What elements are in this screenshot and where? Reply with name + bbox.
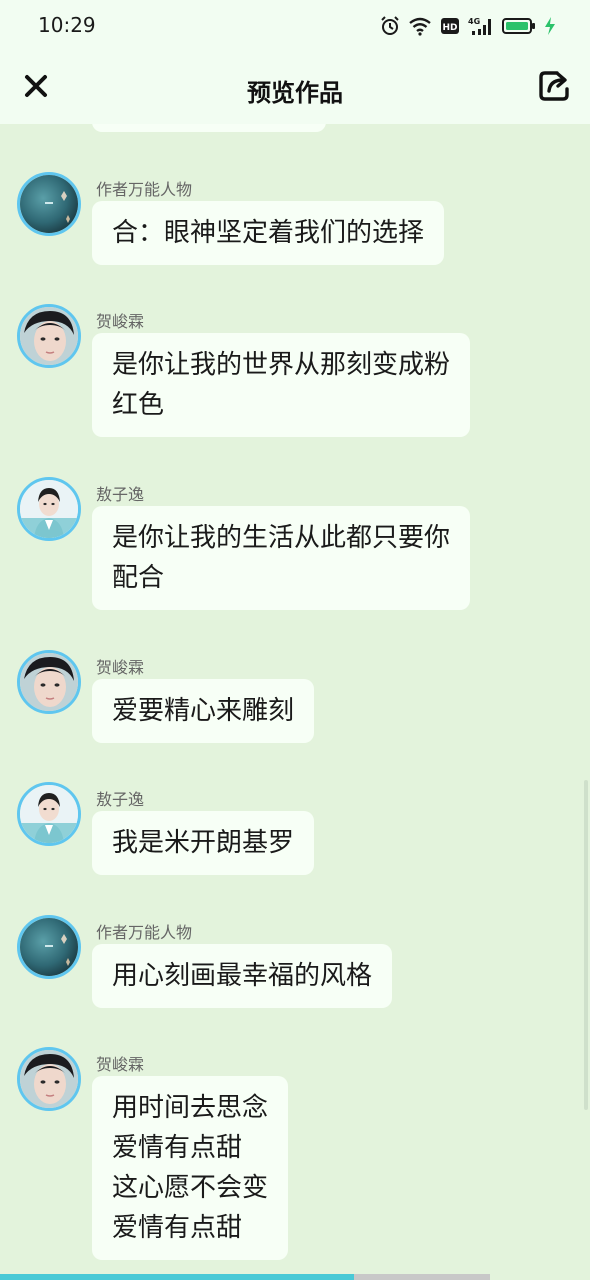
status-bar: 10:29 HD 4G [0, 0, 590, 52]
wifi-icon [408, 16, 432, 36]
message-text: 是你让我的世界从那刻变成粉 [112, 350, 451, 380]
message-bubble: 用心刻画最幸福的风格 [92, 944, 393, 1008]
message-text: 合：眼神坚定着我们的选择 [112, 218, 425, 248]
message-text: 是你让我的生活从此都只要你 [112, 523, 451, 553]
avatar-aoziyi[interactable] [17, 477, 81, 541]
alarm-icon [380, 16, 400, 36]
avatar-hejunlin[interactable] [17, 650, 81, 714]
message-bubble: 我是米开朗基罗 [92, 811, 315, 875]
message-text: 爱要精心来雕刻 [112, 696, 295, 726]
message-bubble: 是你让我的生活从此都只要你 配合 [92, 506, 471, 610]
svg-text:4G: 4G [468, 17, 480, 26]
share-icon [537, 69, 571, 107]
message-text: 爱情有点甜 [112, 1133, 243, 1163]
message-text: 用时间去思念 [112, 1093, 269, 1123]
app-header: 预览作品 [0, 52, 590, 124]
sender-name: 作者万能人物 [96, 180, 193, 199]
message-text: 配合 [112, 563, 165, 593]
message-text: 用心刻画最幸福的风格 [112, 961, 373, 991]
sender-name: 敖子逸 [96, 485, 145, 504]
progress-buffer [354, 1274, 490, 1280]
message-bubble: 合：眼神坚定着我们的选择 [92, 201, 445, 265]
message-text: 我是米开朗基罗 [112, 828, 295, 858]
message-bubble: 爱要精心来雕刻 [92, 679, 315, 743]
sender-name: 贺峻霖 [96, 312, 145, 331]
hd-icon: HD [440, 16, 460, 36]
sender-name: 贺峻霖 [96, 658, 145, 677]
message-text: 爱情有点甜 [112, 1213, 243, 1243]
chat-area[interactable]: 作者万能人物 合：眼神坚定着我们的选择 贺峻霖 是你让我的世界从那刻变成粉 红色 [0, 124, 590, 1274]
share-button[interactable] [536, 70, 572, 106]
message-text: 这心愿不会变 [112, 1173, 269, 1203]
progress-fill [0, 1274, 354, 1280]
status-icons: HD 4G [380, 14, 556, 38]
sender-name: 贺峻霖 [96, 1055, 145, 1074]
sender-name: 敖子逸 [96, 790, 145, 809]
message-bubble: 是你让我的世界从那刻变成粉 红色 [92, 333, 471, 437]
playback-progress-bar[interactable] [0, 1274, 590, 1280]
message-text: 红色 [112, 390, 165, 420]
signal-4g-icon: 4G [468, 16, 494, 36]
charging-icon [544, 16, 556, 36]
sender-name: 作者万能人物 [96, 923, 193, 942]
message-bubble: 用时间去思念 爱情有点甜 这心愿不会变 爱情有点甜 [92, 1076, 289, 1260]
avatar-aoziyi[interactable] [17, 782, 81, 846]
scrollbar[interactable] [584, 780, 588, 1110]
avatar-hejunlin[interactable] [17, 1047, 81, 1111]
avatar-hejunlin[interactable] [17, 304, 81, 368]
message-bubble-partial [92, 124, 326, 132]
page-title: 预览作品 [247, 79, 343, 107]
avatar-author[interactable] [17, 915, 81, 979]
battery-icon [502, 16, 536, 36]
svg-text:HD: HD [442, 23, 457, 33]
status-time: 10:29 [38, 13, 96, 37]
avatar-author[interactable] [17, 172, 81, 236]
